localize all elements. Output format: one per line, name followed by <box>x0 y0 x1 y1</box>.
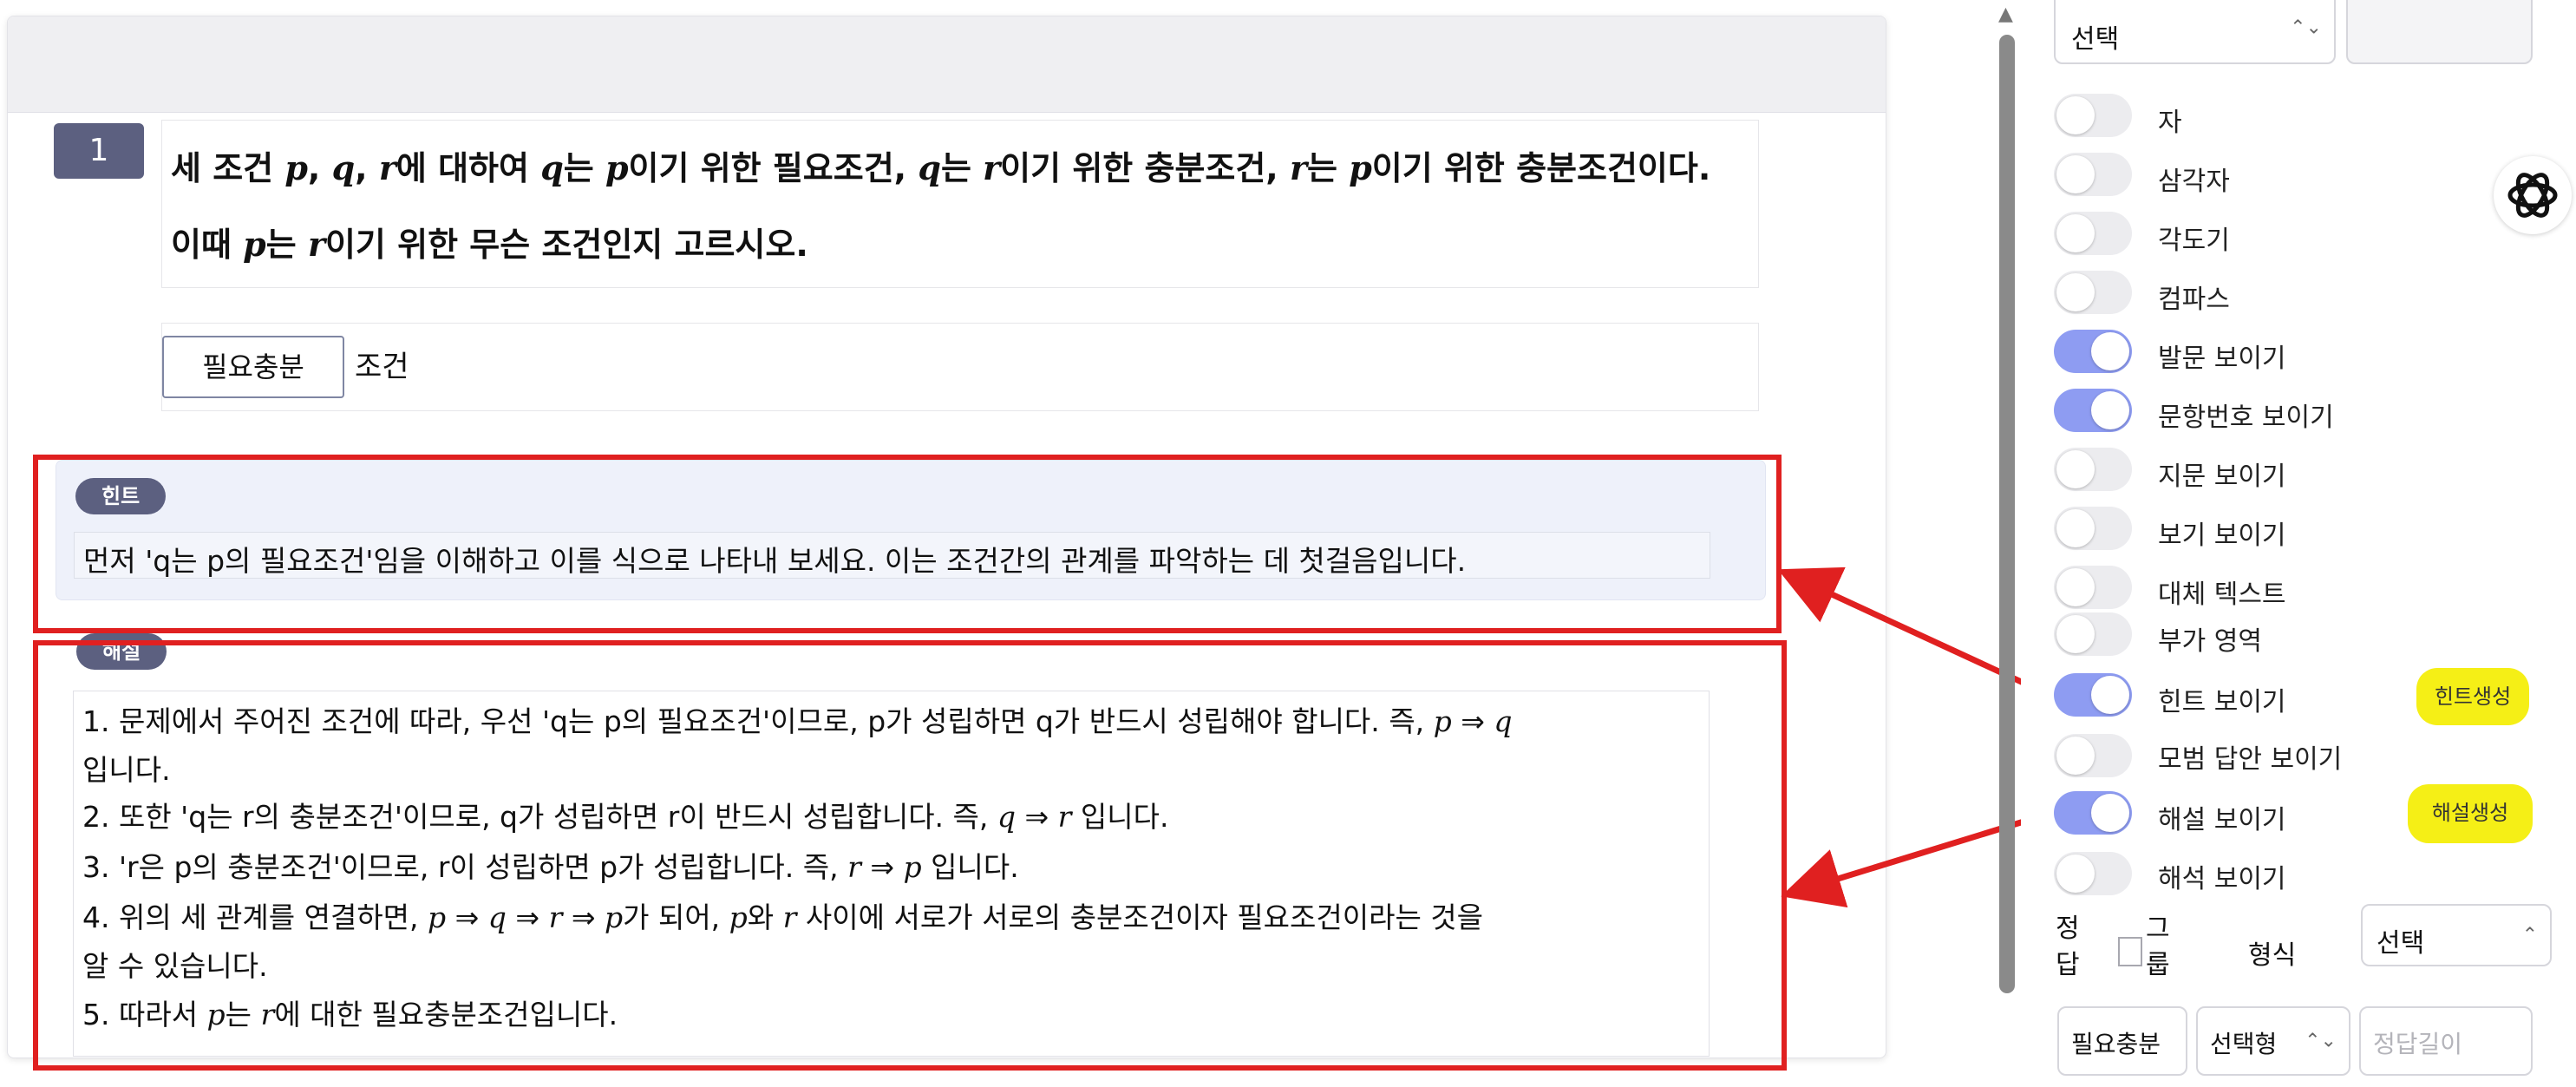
toggle-show-hint[interactable] <box>2054 673 2132 717</box>
question-number-badge: 1 <box>54 123 144 179</box>
toggle-show-passage[interactable] <box>2054 448 2132 491</box>
toggle-protractor[interactable] <box>2054 212 2132 255</box>
format-select[interactable]: 선택 ⌃ <box>2361 904 2552 966</box>
toggle-label-show-number: 문항번호 보이기 <box>2158 403 2334 433</box>
toggle-label-show-solution: 해설 보이기 <box>2158 805 2286 835</box>
answer-suffix: 조건 <box>355 350 409 384</box>
answer-value-field[interactable]: 필요충분 <box>2057 1006 2187 1076</box>
toggle-show-number[interactable] <box>2054 389 2132 432</box>
hint-generate-button[interactable]: 힌트생성 <box>2416 668 2529 725</box>
chevron-updown-icon: ⌃⌄ <box>2305 1030 2337 1052</box>
solution-annotation-box <box>33 640 1787 1071</box>
toggle-label-show-choices: 보기 보이기 <box>2158 521 2286 551</box>
toggle-label-show-passage: 지문 보이기 <box>2158 462 2286 492</box>
group-checkbox[interactable] <box>2118 937 2142 966</box>
scrollbar-thumb[interactable] <box>1999 35 2015 993</box>
answer-length-input[interactable]: 정답길이 <box>2359 1006 2533 1076</box>
scroll-up-icon[interactable]: ▲ <box>1998 3 2013 25</box>
group-label: 그룹 <box>2146 913 2170 980</box>
toggle-triangle[interactable] <box>2054 153 2132 196</box>
toggle-ruler[interactable] <box>2054 94 2132 137</box>
panel-header <box>8 16 1886 113</box>
top-right-button[interactable] <box>2346 0 2533 64</box>
toggle-label-triangle: 삼각자 <box>2158 167 2230 197</box>
toggle-label-show-hint: 힌트 보이기 <box>2158 687 2286 717</box>
toggle-label-model-answer: 모범 답안 보이기 <box>2158 744 2343 775</box>
chevron-updown-icon: ⌃⌄ <box>2290 16 2322 39</box>
answer-input[interactable]: 필요충분 <box>162 336 344 398</box>
toggle-label-protractor: 각도기 <box>2158 226 2230 256</box>
toggle-label-show-translation: 해석 보이기 <box>2158 864 2286 894</box>
top-select[interactable]: 선택 ⌃⌄ <box>2054 0 2336 64</box>
toggle-label-compass: 컴파스 <box>2158 285 2230 315</box>
toggle-label-alt-text: 대체 텍스트 <box>2158 580 2286 610</box>
solution-generate-button[interactable]: 해설생성 <box>2408 784 2533 843</box>
hint-annotation-box <box>33 455 1782 633</box>
format-label: 형식 <box>2248 940 2297 971</box>
toggle-compass[interactable] <box>2054 271 2132 314</box>
question-line-2: 이때 p는 r이기 위한 무슨 조건인지 고르시오. <box>171 225 808 264</box>
toggle-extra-area[interactable] <box>2054 612 2132 656</box>
type-select[interactable]: 선택형 ⌃⌄ <box>2196 1006 2350 1076</box>
toggle-label-show-stem: 발문 보이기 <box>2158 344 2286 374</box>
ai-assistant-icon[interactable] <box>2494 156 2572 234</box>
toggle-show-solution[interactable] <box>2054 791 2132 835</box>
answer-label: 정답 <box>2056 913 2080 980</box>
question-stem: 세 조건 p, q, r에 대하여 q는 p이기 위한 필요조건, q는 r이기… <box>161 120 1759 288</box>
toggle-show-stem[interactable] <box>2054 330 2132 373</box>
toggle-alt-text[interactable] <box>2054 566 2132 609</box>
question-line-1: 세 조건 p, q, r에 대하여 q는 p이기 위한 필요조건, q는 r이기… <box>171 148 1711 187</box>
chevron-updown-icon: ⌃ <box>2521 924 2538 946</box>
answer-area: 필요충분 조건 <box>161 323 1759 411</box>
toggle-label-ruler: 자 <box>2158 108 2182 138</box>
toggle-show-translation[interactable] <box>2054 852 2132 895</box>
toggle-model-answer[interactable] <box>2054 734 2132 777</box>
toggle-label-extra-area: 부가 영역 <box>2158 626 2262 657</box>
toggle-show-choices[interactable] <box>2054 507 2132 550</box>
